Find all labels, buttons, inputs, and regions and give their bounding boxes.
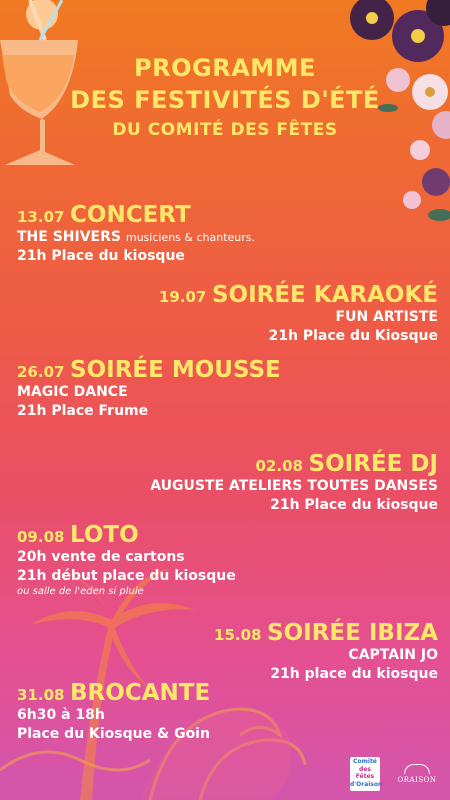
title-line-2: DES FESTIVITÉS D'ÉTÉ: [70, 86, 380, 114]
event-heading: 31.08 BROCANTE: [17, 680, 210, 706]
event-mousse: 26.07 SOIRÉE MOUSSE MAGIC DANCE 21h Plac…: [17, 357, 281, 420]
event-line-1: AUGUSTE ATELIERS TOUTES DANSES: [150, 478, 438, 495]
oraison-logo: ORAISON: [392, 764, 442, 784]
event-heading: 09.08 LOTO: [17, 522, 236, 548]
event-line-2: 21h Place Frume: [17, 402, 149, 419]
event-ibiza: 15.08 SOIRÉE IBIZA CAPTAIN JO 21h place …: [214, 620, 438, 683]
event-heading: 15.08 SOIRÉE IBIZA: [214, 620, 438, 646]
event-line-1: 6h30 à 18h: [17, 707, 105, 724]
event-name: CONCERT: [70, 202, 191, 228]
event-dj: 02.08 SOIRÉE DJ AUGUSTE ATELIERS TOUTES …: [150, 451, 438, 514]
event-line-1: CAPTAIN JO: [348, 647, 438, 664]
event-name: SOIRÉE IBIZA: [267, 620, 438, 646]
event-name: SOIRÉE MOUSSE: [70, 357, 281, 383]
event-line-2: 21h Place du kiosque: [17, 247, 185, 264]
event-date: 15.08: [214, 626, 262, 644]
event-line-2: 21h Place du Kiosque: [268, 327, 438, 344]
comite-des-fetes-logo: Comité des Fêtes d'Oraison: [350, 757, 383, 791]
title-line-1: PROGRAMME: [134, 54, 316, 82]
event-line-2: 21h place du kiosque: [270, 665, 438, 682]
event-heading: 19.07 SOIRÉE KARAOKÉ: [159, 282, 438, 308]
event-date: 09.08: [17, 528, 65, 546]
logo-text-3: d'Oraison: [350, 780, 383, 788]
oraison-logo-text: ORAISON: [397, 776, 437, 784]
event-performer: THE SHIVERS: [17, 229, 121, 246]
event-name: SOIRÉE DJ: [308, 451, 438, 477]
event-note: ou salle de l'eden si pluie: [17, 585, 144, 597]
event-line-1: FUN ARTISTE: [335, 309, 438, 326]
logo-text-1: Comité: [353, 758, 377, 765]
event-line-1: 20h vente de cartons: [17, 549, 185, 566]
event-name: LOTO: [70, 522, 139, 548]
event-performer-detail: musiciens & chanteurs.: [125, 231, 256, 245]
event-line-2: Place du Kiosque & Goin: [17, 725, 210, 742]
event-date: 13.07: [17, 208, 65, 226]
logo-text-2: des Fêtes: [355, 765, 375, 781]
event-name: BROCANTE: [70, 680, 211, 706]
poster: PROGRAMME DES FESTIVITÉS D'ÉTÉ DU COMITÉ…: [0, 0, 450, 800]
event-heading: 26.07 SOIRÉE MOUSSE: [17, 357, 281, 383]
event-name: SOIRÉE KARAOKÉ: [211, 282, 438, 308]
event-line-2: 21h début place du kiosque: [17, 567, 236, 584]
oraison-mark-icon: [404, 764, 430, 774]
event-date: 19.07: [158, 288, 207, 306]
title-line-3: DU COMITÉ DES FÊTES: [112, 120, 338, 140]
event-heading: 02.08 SOIRÉE DJ: [150, 451, 439, 477]
event-line-1: THE SHIVERS musiciens & chanteurs.: [17, 228, 255, 246]
event-date: 31.08: [17, 686, 65, 704]
event-date: 26.07: [17, 363, 65, 381]
event-brocante: 31.08 BROCANTE 6h30 à 18h Place du Kiosq…: [17, 680, 210, 743]
event-heading: 13.07 CONCERT: [17, 202, 255, 228]
event-date: 02.08: [255, 457, 303, 475]
event-loto: 09.08 LOTO 20h vente de cartons 21h débu…: [17, 522, 236, 598]
event-concert: 13.07 CONCERT THE SHIVERS musiciens & ch…: [17, 202, 255, 265]
event-karaoke: 19.07 SOIRÉE KARAOKÉ FUN ARTISTE 21h Pla…: [159, 282, 438, 345]
event-line-1: MAGIC DANCE: [17, 384, 128, 401]
event-line-2: 21h Place du kiosque: [270, 496, 438, 513]
